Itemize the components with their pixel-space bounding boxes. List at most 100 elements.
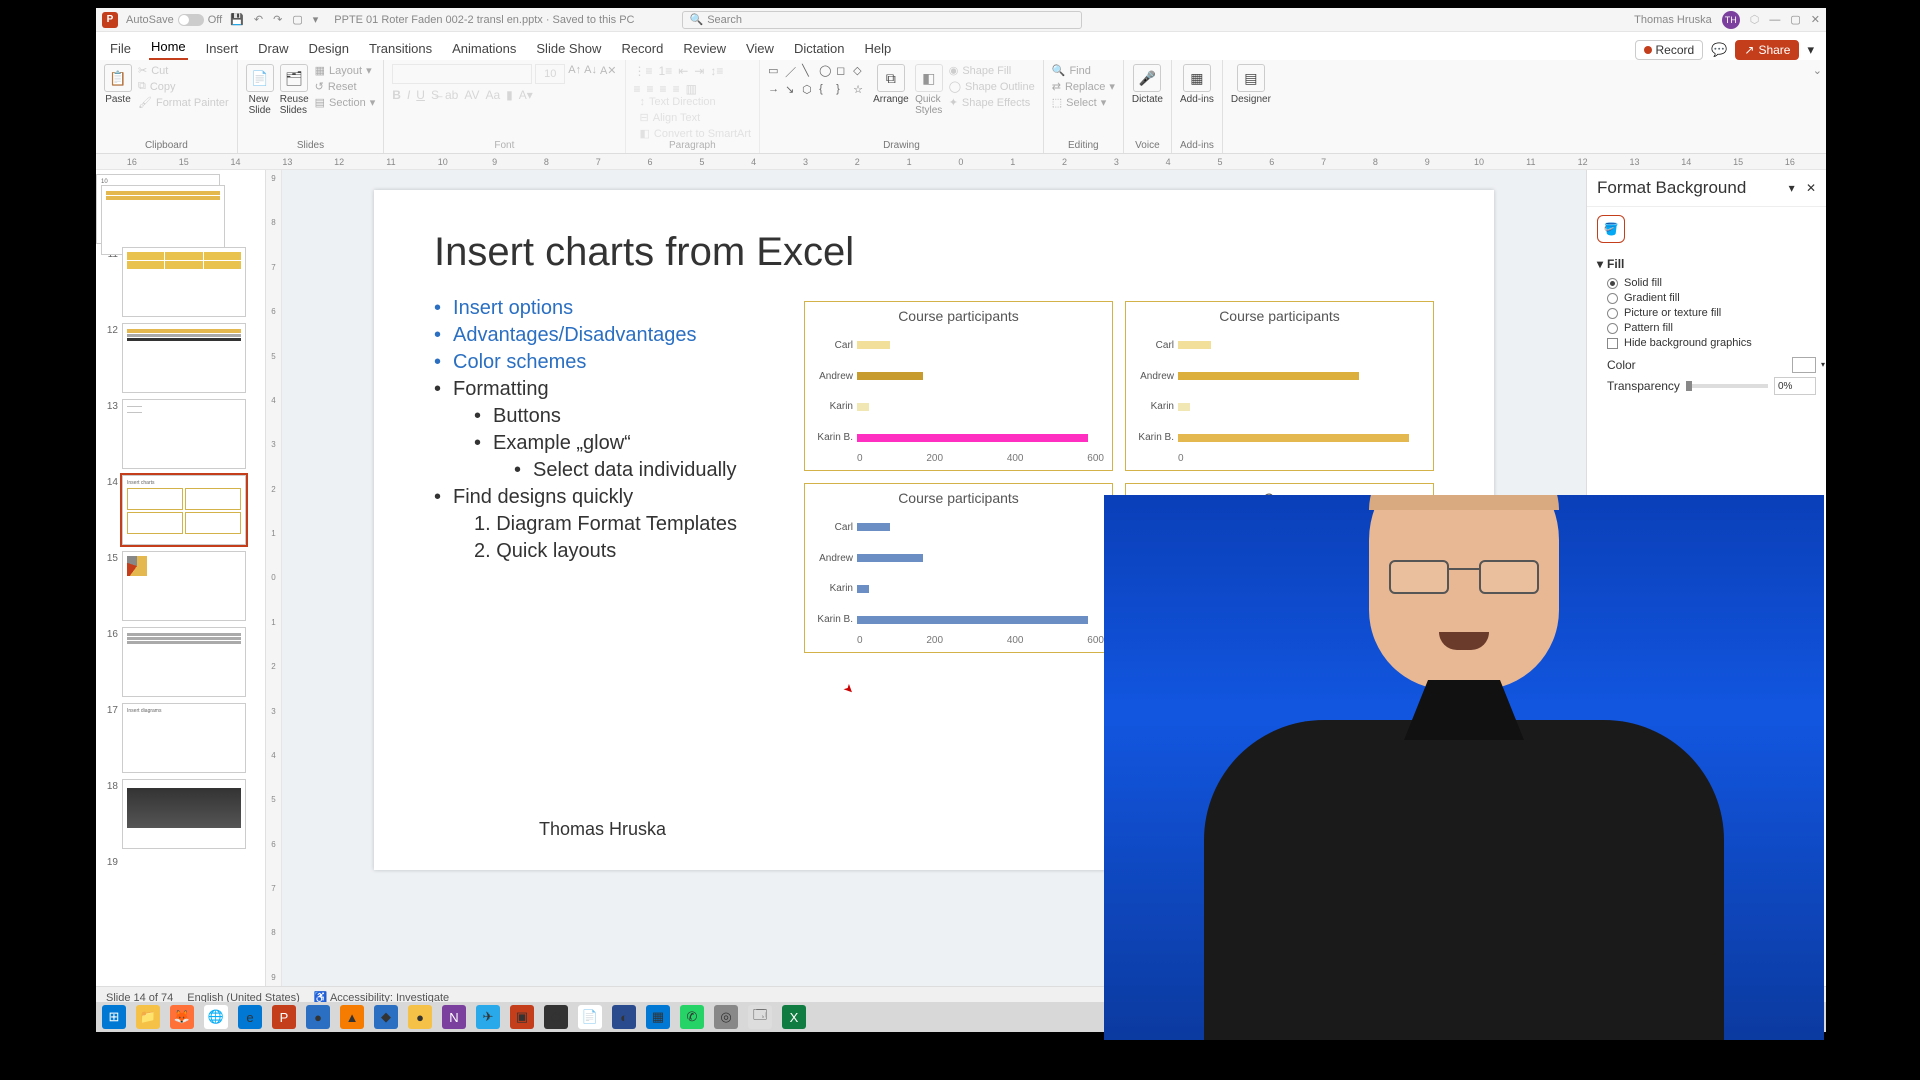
- replace-button[interactable]: ⇄Replace ▾: [1052, 80, 1115, 93]
- picture-fill-radio[interactable]: Picture or texture fill: [1607, 307, 1816, 319]
- notepad-icon[interactable]: 📄: [578, 1005, 602, 1029]
- chevron-down-icon[interactable]: ▾: [1807, 42, 1814, 58]
- file-explorer-icon[interactable]: 📁: [136, 1005, 160, 1029]
- cut-button[interactable]: ✂Cut: [138, 64, 229, 77]
- autosave-toggle[interactable]: AutoSave Off: [126, 14, 222, 26]
- shape-effects-button[interactable]: ✦Shape Effects: [949, 96, 1035, 109]
- share-button[interactable]: ↗ Share: [1735, 40, 1799, 60]
- thumbnail-14[interactable]: Insert charts: [122, 475, 246, 545]
- layout-button[interactable]: ▦Layout ▾: [315, 64, 376, 77]
- pane-dropdown-icon[interactable]: ▾: [1789, 181, 1795, 195]
- fill-section-toggle[interactable]: ▾ Fill: [1597, 257, 1816, 271]
- chart-1[interactable]: Course participantsCarlAndrewKarinKarin …: [804, 301, 1113, 471]
- start-button[interactable]: ⊞: [102, 1005, 126, 1029]
- thumbnail-11[interactable]: [122, 247, 246, 317]
- quick-styles-button[interactable]: ◧Quick Styles: [915, 64, 943, 116]
- thumbnail-10[interactable]: [101, 185, 225, 255]
- pane-close-icon[interactable]: ✕: [1806, 181, 1816, 195]
- close-icon[interactable]: ✕: [1811, 13, 1820, 26]
- badge-icon[interactable]: ⬡: [1750, 13, 1760, 26]
- shape-outline-button[interactable]: ◯Shape Outline: [949, 80, 1035, 93]
- tab-transitions[interactable]: Transitions: [367, 37, 434, 60]
- justify-icon[interactable]: ≡: [673, 82, 680, 96]
- decrease-font-icon[interactable]: A↓: [584, 64, 597, 84]
- maximize-icon[interactable]: ▢: [1790, 13, 1800, 26]
- telegram-icon[interactable]: ✈: [476, 1005, 500, 1029]
- underline-button[interactable]: U: [416, 88, 425, 102]
- firefox-icon[interactable]: 🦊: [170, 1005, 194, 1029]
- redo-icon[interactable]: ↷: [273, 13, 282, 26]
- case-button[interactable]: Aa: [485, 88, 500, 102]
- font-size-select[interactable]: 10: [535, 64, 565, 84]
- tab-insert[interactable]: Insert: [204, 37, 241, 60]
- transparency-value[interactable]: 0%: [1774, 377, 1816, 395]
- paste-button[interactable]: 📋Paste: [104, 64, 132, 105]
- align-right-icon[interactable]: ≡: [660, 82, 667, 96]
- designer-button[interactable]: ▤Designer: [1231, 64, 1271, 105]
- tab-view[interactable]: View: [744, 37, 776, 60]
- strikethrough-button[interactable]: S̶: [431, 88, 439, 102]
- indent-icon[interactable]: ⇥: [694, 64, 704, 78]
- reset-button[interactable]: ↺Reset: [315, 80, 376, 93]
- section-button[interactable]: ▤Section ▾: [315, 96, 376, 109]
- thumbnail-16[interactable]: [122, 627, 246, 697]
- chart-2[interactable]: Course participantsCarlAndrewKarinKarin …: [1125, 301, 1434, 471]
- excel-icon[interactable]: X: [782, 1005, 806, 1029]
- gradient-fill-radio[interactable]: Gradient fill: [1607, 292, 1816, 304]
- tab-design[interactable]: Design: [307, 37, 351, 60]
- solid-fill-radio[interactable]: Solid fill: [1607, 277, 1816, 289]
- tab-draw[interactable]: Draw: [256, 37, 290, 60]
- hide-bg-checkbox[interactable]: Hide background graphics: [1607, 337, 1816, 349]
- arrange-button[interactable]: ⧉Arrange: [873, 64, 909, 105]
- outdent-icon[interactable]: ⇤: [678, 64, 688, 78]
- toggle-pill[interactable]: [178, 14, 204, 26]
- tab-help[interactable]: Help: [863, 37, 894, 60]
- app-icon-7[interactable]: ▦: [646, 1005, 670, 1029]
- comments-icon[interactable]: 💬: [1711, 42, 1727, 58]
- columns-icon[interactable]: ▥: [686, 82, 697, 96]
- thumbnail-17[interactable]: Insert diagrams: [122, 703, 246, 773]
- italic-button[interactable]: I: [407, 88, 410, 102]
- tab-review[interactable]: Review: [681, 37, 728, 60]
- shapes-gallery[interactable]: ▭／╲◯◻◇ →↘⬡{}☆: [768, 64, 867, 96]
- align-left-icon[interactable]: ≡: [634, 82, 641, 96]
- slide-thumbnails[interactable]: 10 11 12 13 —————— 14 Insert charts 15 1…: [96, 170, 266, 986]
- dropdown-icon[interactable]: ▾: [313, 13, 319, 26]
- tab-file[interactable]: File: [108, 37, 133, 60]
- bold-button[interactable]: B: [392, 88, 401, 102]
- color-picker[interactable]: [1792, 357, 1816, 373]
- user-avatar[interactable]: TH: [1722, 11, 1740, 29]
- onenote-icon[interactable]: N: [442, 1005, 466, 1029]
- text-direction-button[interactable]: ↕Text Direction: [640, 96, 752, 108]
- reuse-slides-button[interactable]: 🗂Reuse Slides: [280, 64, 309, 116]
- spacing-button[interactable]: AV: [464, 88, 479, 102]
- app-icon-3[interactable]: ●: [408, 1005, 432, 1029]
- chart-3[interactable]: Course participantsCarlAndrewKarinKarin …: [804, 483, 1113, 653]
- chrome-icon[interactable]: 🌐: [204, 1005, 228, 1029]
- dictate-button[interactable]: 🎤Dictate: [1132, 64, 1163, 105]
- tab-dictation[interactable]: Dictation: [792, 37, 847, 60]
- shape-fill-button[interactable]: ◉Shape Fill: [949, 64, 1035, 77]
- increase-font-icon[interactable]: A↑: [568, 64, 581, 84]
- convert-smartart-button[interactable]: ◧Convert to SmartArt: [640, 127, 752, 140]
- select-button[interactable]: ⬚Select ▾: [1052, 96, 1115, 109]
- thumbnail-12[interactable]: [122, 323, 246, 393]
- new-slide-button[interactable]: 📄New Slide: [246, 64, 274, 116]
- fill-tab-icon[interactable]: 🪣: [1597, 215, 1625, 243]
- app-icon-8[interactable]: ◎: [714, 1005, 738, 1029]
- numbering-icon[interactable]: 1≡: [659, 64, 673, 78]
- thumbnail-18[interactable]: [122, 779, 246, 849]
- app-icon-1[interactable]: ●: [306, 1005, 330, 1029]
- format-painter-button[interactable]: 🖌Format Painter: [138, 96, 229, 109]
- align-center-icon[interactable]: ≡: [647, 82, 654, 96]
- slideshow-icon[interactable]: ▢: [292, 13, 302, 26]
- align-text-button[interactable]: ⊟Align Text: [640, 111, 752, 124]
- highlight-button[interactable]: ▮: [506, 88, 513, 102]
- tab-record[interactable]: Record: [619, 37, 665, 60]
- save-icon[interactable]: 💾: [230, 13, 244, 26]
- thumbnail-13[interactable]: ——————: [122, 399, 246, 469]
- app-icon-6[interactable]: ◐: [612, 1005, 636, 1029]
- app-icon-4[interactable]: ▣: [510, 1005, 534, 1029]
- powerpoint-taskbar-icon[interactable]: P: [272, 1005, 296, 1029]
- whatsapp-icon[interactable]: ✆: [680, 1005, 704, 1029]
